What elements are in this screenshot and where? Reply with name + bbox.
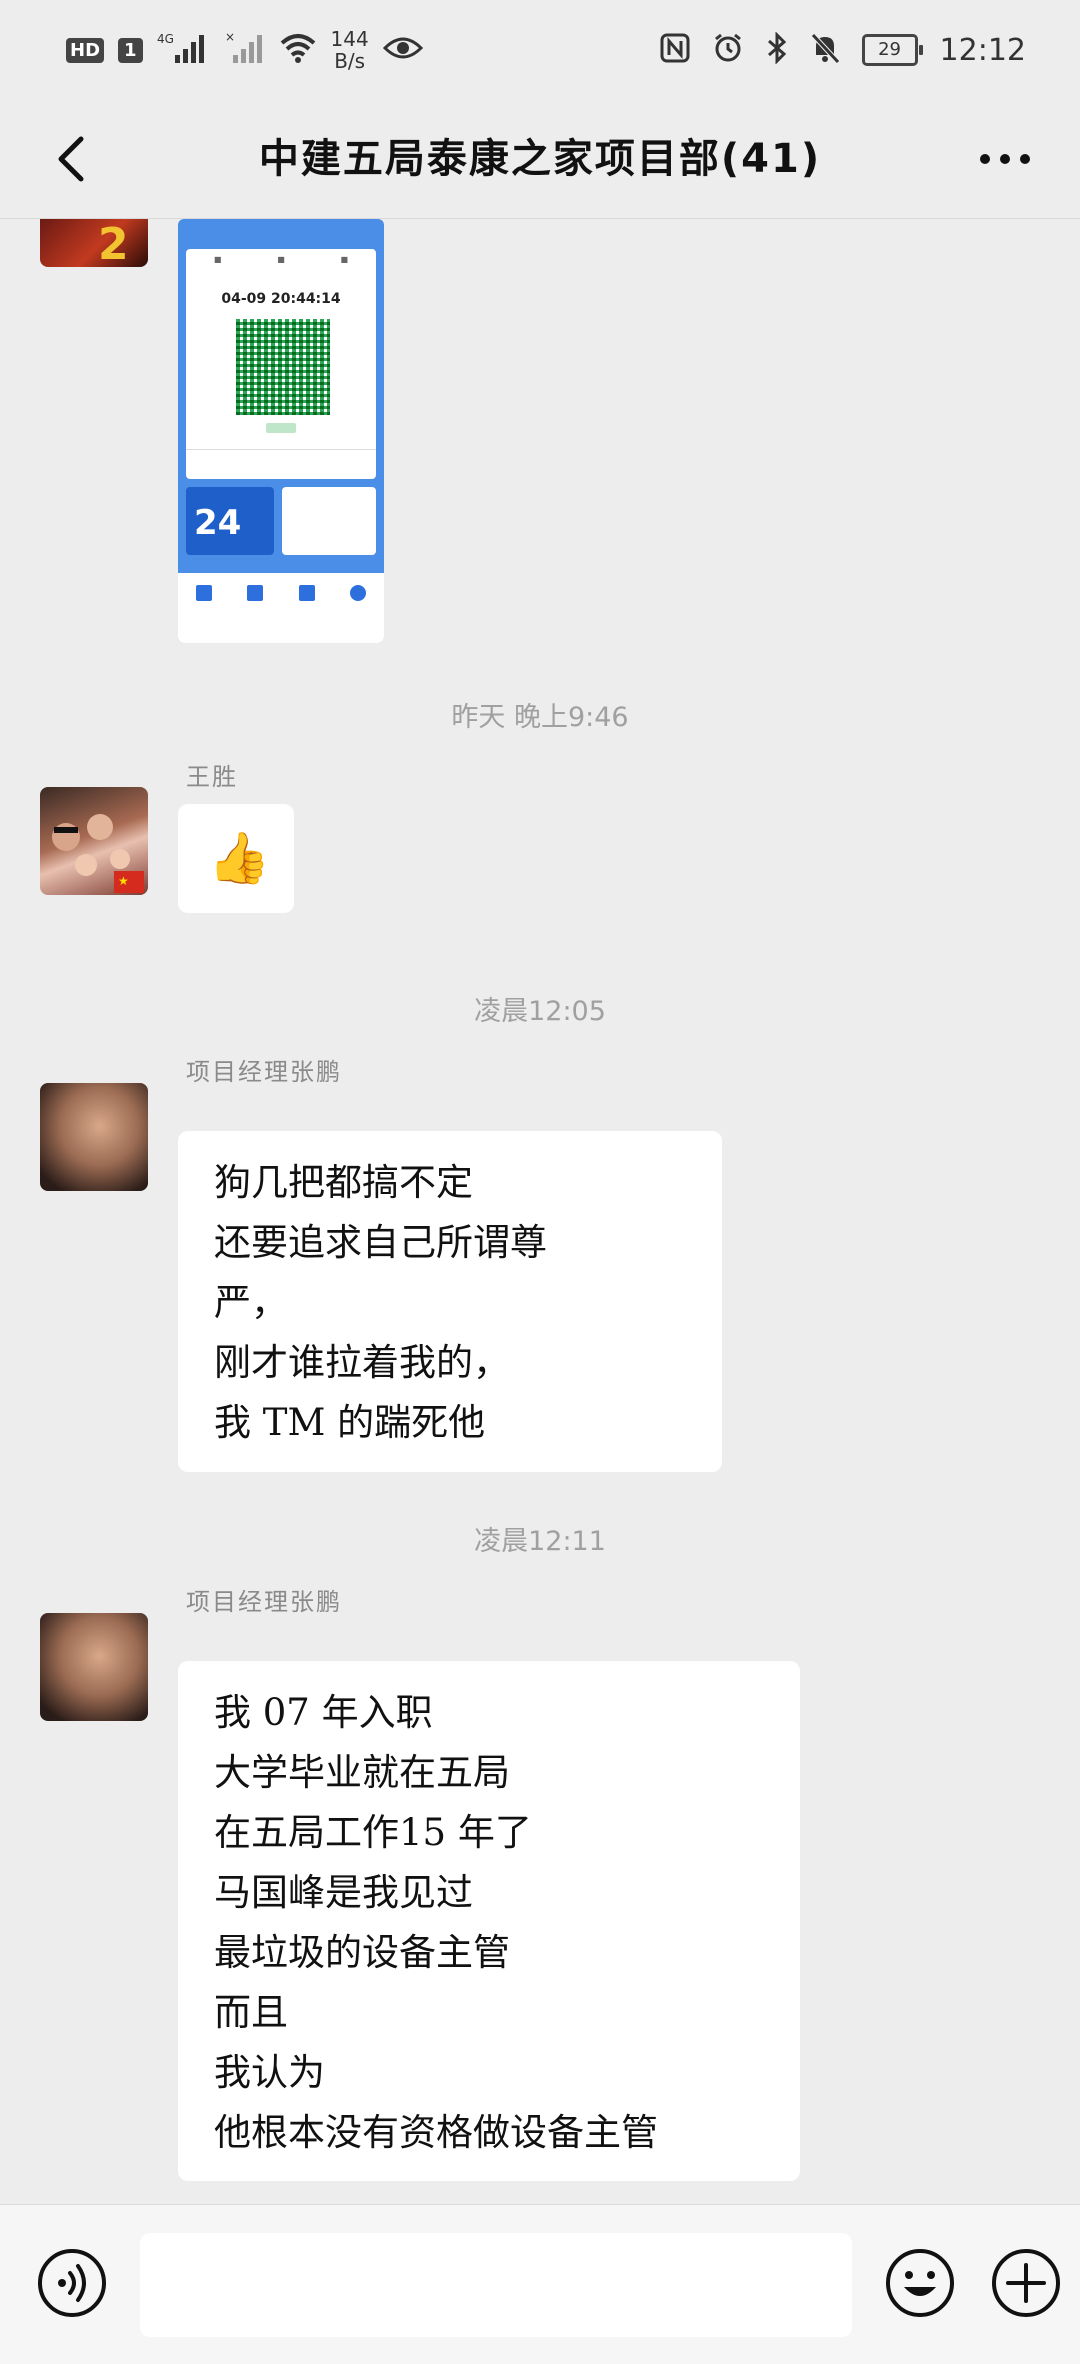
card-tab: ■ [277,255,285,264]
status-tag [266,423,296,433]
message-line: 在五局工作15 年了 [214,1811,532,1854]
emoji-button[interactable] [884,2247,956,2319]
more-button[interactable] [970,120,1040,198]
chat-header: 中建五局泰康之家项目部(41) [0,100,1080,219]
voice-button[interactable] [36,2247,108,2319]
family-photo: ★ [52,814,144,893]
signal-icon: 4G [157,31,211,69]
back-button[interactable] [40,120,100,198]
more-dots-icon [980,154,1030,164]
message-line: 马国峰是我见过 [214,1871,473,1914]
sim-badge: 1 [118,37,143,63]
message-bubble[interactable]: 狗几把都搞不定 还要追求自己所谓尊 严， 刚才谁拉着我的， 我 TM 的踹死他 [178,1131,722,1472]
avatar[interactable] [40,1613,148,1721]
health-code-card: ■ ■ ■ 04-09 20:44:14 [186,249,376,479]
avatar[interactable] [40,1083,148,1191]
hd-badge: HD [66,37,105,63]
message-bubble[interactable]: 我 07 年入职 大学毕业就在五局 在五局工作15 年了 马国峰是我见过 最垃圾… [178,1661,800,2181]
sender-name: 项目经理张鹏 [186,1058,342,1086]
input-bar [0,2204,1080,2364]
menu-icon [298,585,315,601]
signal-2-icon: × [225,30,265,69]
status-right: 29 12:12 [660,22,1026,78]
message-input[interactable] [140,2233,852,2337]
sender-name: 王胜 [186,763,238,791]
chat-title: 中建五局泰康之家项目部(41) [258,136,822,182]
card-tab: ■ [213,255,222,264]
card-tabs: ■ ■ ■ [186,255,376,264]
divider [186,449,376,450]
message-timestamp: 昨天 晚上9:46 [451,702,629,733]
card-tab: ■ [340,255,349,264]
wifi-icon [279,31,317,69]
network-speed: 144 B/s [331,28,369,72]
plus-button[interactable] [990,2247,1062,2319]
message-timestamp: 凌晨12:11 [474,1526,606,1557]
status-left: HD 1 4G × 144 B/s [66,22,423,78]
eye-icon [382,34,423,66]
vaccine-card [282,487,376,555]
message-text: 我 07 年入职 大学毕业就在五局 在五局工作15 年了 马国峰是我见过 最垃圾… [178,1661,800,2185]
message-text: 狗几把都搞不定 还要追求自己所谓尊 严， 刚才谁拉着我的， 我 TM 的踹死他 [178,1131,722,1475]
voice-icon [38,2249,106,2317]
alarm-icon [712,32,744,68]
message-line: 我认为 [214,2051,325,2094]
plus-icon [992,2249,1060,2317]
message-line: 严， [214,1281,288,1324]
emoji-icon [886,2249,954,2317]
chevron-left-icon [58,136,84,182]
svg-text:★: ★ [118,874,129,888]
message-line: 还要追求自己所谓尊 [214,1221,547,1264]
thumbs-up-emoji: 👍 [208,829,271,887]
bluetooth-icon [766,31,788,68]
health-code-image[interactable]: ■ ■ ■ 04-09 20:44:14 24 [178,219,384,643]
sender-name: 项目经理张鹏 [186,1588,342,1616]
bottom-menu [178,573,384,643]
nfc-icon [660,33,690,67]
menu-icon [247,585,264,601]
menu-icon [195,585,212,601]
message-line: 而且 [214,1991,288,2034]
message-line: 狗几把都搞不定 [214,1161,473,1204]
status-time: 12:12 [939,32,1026,68]
message-timestamp: 凌晨12:05 [474,996,606,1027]
speed-value: 144 [330,27,369,51]
avatar[interactable]: 2 [40,219,148,267]
hours-value: 24 [194,503,242,543]
message-line: 他根本没有资格做设备主管 [214,2111,658,2154]
battery-icon: 29 [861,34,923,66]
message-line: 我 07 年入职 [214,1691,433,1734]
menu-icon [350,585,367,601]
chat-message-list[interactable]: 2 ■ ■ ■ 04-09 20:44:14 24 昨天 晚上9:46 ★ 王胜… [0,219,1080,2204]
message-line: 大学毕业就在五局 [214,1751,510,1794]
test-result-card: 24 [186,487,274,555]
svg-text:×: × [225,31,235,44]
message-line: 我 TM 的踹死他 [214,1401,486,1444]
svg-text:4G: 4G [157,32,174,46]
mute-bell-icon [810,32,840,68]
qr-code-icon [236,319,330,415]
avatar[interactable]: ★ [40,787,148,895]
message-line: 最垃圾的设备主管 [214,1931,510,1974]
message-line: 刚才谁拉着我的， [214,1341,510,1384]
message-bubble[interactable]: 👍 [178,804,294,913]
status-bar: HD 1 4G × 144 B/s 29 12:12 [0,0,1080,100]
speed-unit: B/s [334,49,366,73]
svg-text:2: 2 [98,219,129,267]
jersey-icon: 2 [98,219,129,267]
code-datetime: 04-09 20:44:14 [221,291,341,307]
